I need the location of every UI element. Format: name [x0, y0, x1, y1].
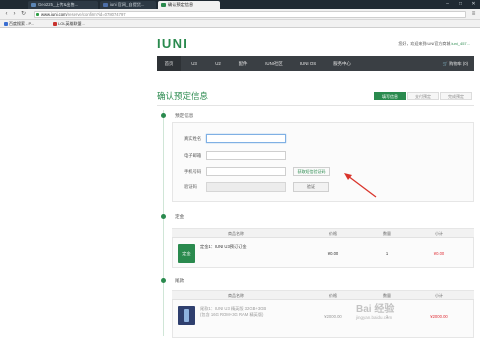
window-controls: – □ ✕ — [441, 0, 480, 9]
title-divider — [157, 105, 474, 106]
step-pay-deposit: 支付预定 — [407, 92, 439, 100]
column-header: 商品名称 — [228, 231, 244, 236]
progress-steps: 填写信息 支付预定 完成预定 — [373, 92, 472, 100]
maximize-icon[interactable]: □ — [454, 0, 467, 9]
verify-button[interactable]: 验证 — [293, 182, 329, 192]
timeline-dot — [161, 214, 166, 219]
minimize-icon[interactable]: – — [441, 0, 454, 9]
nav-item-service[interactable]: 服务中心 — [325, 56, 359, 71]
cart-link[interactable]: 🛒 购物车 (0) — [443, 56, 468, 71]
page-title: 确认预定信息 — [157, 91, 209, 101]
timeline-line — [163, 110, 164, 336]
deposit-item-qty: 1 — [385, 251, 389, 256]
deposit-item-name: 定金1：IUNI U3预订订金 — [200, 244, 247, 249]
section-title-balance: 尾款 — [175, 278, 185, 283]
tab-favicon-icon — [161, 3, 166, 7]
bookmark-item[interactable]: 百度搜索 - P... — [3, 20, 34, 28]
url-host: www.iuni.com — [41, 12, 67, 17]
bookmark-favicon-icon — [53, 22, 57, 26]
nav-item-u3[interactable]: U3 — [183, 56, 205, 71]
section-title-deposit: 定金 — [175, 214, 185, 219]
user-link[interactable]: iuni_457... — [452, 41, 470, 46]
browser-menu-icon[interactable]: ≡ — [470, 11, 477, 18]
main-nav: 首页 U3 U2 配件 IUNI社区 IUNI OS 服务中心 🛒 购物车 (0… — [157, 56, 474, 71]
nav-item-os[interactable]: IUNI OS — [293, 56, 323, 71]
column-header: 价格 — [329, 293, 337, 298]
column-header: 数量 — [383, 231, 391, 236]
close-icon[interactable]: ✕ — [467, 0, 480, 9]
column-header: 数量 — [383, 293, 391, 298]
browser-tab[interactable]: iuni 官网_自提货... — [100, 1, 156, 9]
browser-tab[interactable]: Geo225_上传&出售... — [28, 1, 98, 9]
bookmark-item[interactable]: LOL英雄联盟... — [52, 20, 85, 28]
user-top-links: 您好，欢迎来到IUNI官方商城 iuni_457... — [398, 41, 470, 47]
column-header: 商品名称 — [228, 293, 244, 298]
column-header: 小计 — [435, 293, 443, 298]
section-title-reservation: 预定信息 — [175, 113, 194, 118]
browser-tab-active[interactable]: 确认预定信息 — [158, 1, 220, 9]
thumb-label: 定金 — [182, 251, 191, 256]
bookmark-label: LOL英雄联盟... — [58, 21, 85, 26]
bookmark-favicon-icon — [4, 22, 8, 26]
nav-item-u2[interactable]: U2 — [207, 56, 229, 71]
greeting-text: 您好，欢迎来到IUNI官方商城 — [398, 41, 451, 46]
url-input[interactable]: www.iuni.com/reserve/confirm?id=07807479… — [34, 11, 466, 18]
cart-icon: 🛒 — [442, 61, 448, 66]
deposit-item-price: ¥0.00 — [327, 251, 339, 256]
balance-item-price: ¥2000.00 — [324, 314, 342, 319]
reload-icon[interactable]: ↻ — [20, 11, 27, 18]
nav-item-accessories[interactable]: 配件 — [231, 56, 255, 71]
balance-item-sub: (包含 16G ROM+3G RAM 精英版) — [200, 312, 264, 317]
column-header: 小计 — [435, 231, 443, 236]
deposit-item-subtotal: ¥0.00 — [433, 251, 445, 256]
email-field[interactable] — [206, 151, 286, 160]
deposit-product-thumbnail: 定金 — [178, 244, 195, 263]
watermark-text: Bai 经验 — [356, 304, 395, 315]
verification-code-field[interactable] — [206, 182, 286, 192]
column-header: 价格 — [329, 231, 337, 236]
real-name-input[interactable] — [206, 134, 286, 143]
site-logo[interactable]: IUNI — [157, 37, 188, 50]
nav-item-community[interactable]: IUNI社区 — [257, 56, 291, 71]
tab-title: Geo225_上传&出售... — [38, 2, 79, 7]
step-fill-info: 填写信息 — [374, 92, 406, 100]
timeline-dot — [161, 278, 166, 283]
get-sms-code-button[interactable]: 获取短信验证码 — [293, 167, 330, 176]
address-bar: ‹ › ↻ www.iuni.com/reserve/confirm?id=07… — [0, 9, 480, 20]
tab-favicon-icon — [103, 3, 108, 7]
step-complete: 完成预定 — [440, 92, 472, 100]
back-icon[interactable]: ‹ — [3, 11, 10, 18]
bookmark-label: 百度搜索 - P... — [9, 21, 35, 26]
tab-title: 确认预定信息 — [168, 2, 194, 7]
phone-image-icon — [184, 309, 189, 322]
url-path: /reserve/confirm?id=078074797 — [66, 12, 126, 17]
tab-title: iuni 官网_自提货... — [110, 2, 145, 7]
bookmarks-bar: 百度搜索 - P... LOL英雄联盟... — [0, 20, 480, 28]
nav-item-home[interactable]: 首页 — [157, 56, 181, 71]
watermark-logo: Bai 经验 jingyan.baidu.com — [356, 300, 394, 320]
lock-icon — [36, 13, 39, 16]
watermark-sub: jingyan.baidu.com — [356, 315, 393, 320]
cart-label: 购物车 (0) — [449, 61, 468, 66]
timeline-dot — [161, 113, 166, 118]
phone-field[interactable] — [206, 167, 286, 176]
browser-tab-bar: Geo225_上传&出售... iuni 官网_自提货... 确认预定信息 – … — [0, 0, 480, 9]
deposit-table-header: 商品名称 价格 数量 小计 — [172, 229, 474, 238]
balance-product-thumbnail — [178, 306, 195, 325]
forward-icon[interactable]: › — [11, 11, 18, 18]
balance-item-subtotal: ¥2000.00 — [430, 314, 448, 319]
balance-table-header: 商品名称 价格 数量 小计 — [172, 291, 474, 300]
tab-favicon-icon — [31, 3, 36, 7]
